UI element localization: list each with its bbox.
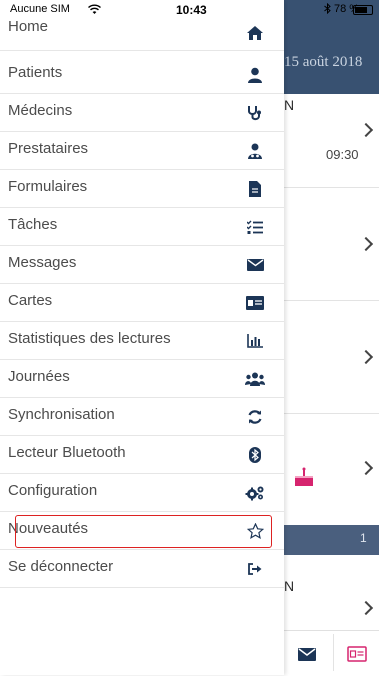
- menu-item-label: Prestataires: [8, 140, 89, 157]
- birthday-cake-icon: [293, 466, 315, 493]
- menu-item-taches[interactable]: Tâches: [0, 208, 284, 246]
- appointment-time: 09:30: [326, 147, 359, 162]
- envelope-icon: [245, 256, 265, 274]
- side-menu: Home Patients Médecins Prestataires Form…: [0, 0, 284, 675]
- menu-item-cartes[interactable]: Cartes: [0, 284, 284, 322]
- users-icon: [245, 370, 265, 388]
- menu-item-label: Journées: [8, 368, 70, 385]
- menu-item-label: Patients: [8, 64, 63, 81]
- menu-item-medecins[interactable]: Médecins: [0, 94, 284, 132]
- id-card-icon[interactable]: [347, 646, 367, 667]
- id-card-icon: [245, 294, 265, 312]
- battery-icon: [353, 5, 373, 15]
- status-bar: Aucune SIM 10:43 78 %: [0, 0, 379, 20]
- cogs-icon: [245, 484, 265, 502]
- header-date: 15 août 2018: [284, 54, 363, 70]
- user-group-icon: [245, 142, 265, 160]
- bluetooth-icon: [245, 446, 265, 464]
- menu-item-synchronisation[interactable]: Synchronisation: [0, 398, 284, 436]
- menu-item-configuration[interactable]: Configuration: [0, 474, 284, 512]
- menu-item-label: Configuration: [8, 482, 98, 499]
- chevron-right-icon[interactable]: [358, 236, 374, 252]
- menu-item-label: Lecteur Bluetooth: [8, 444, 126, 461]
- file-icon: [245, 180, 265, 198]
- wifi-icon: [88, 4, 101, 17]
- section-letter: N: [284, 97, 295, 113]
- chevron-right-icon[interactable]: [358, 460, 374, 476]
- menu-item-label: Messages: [8, 254, 77, 271]
- menu-item-home[interactable]: Home: [0, 18, 284, 51]
- sync-icon: [245, 408, 265, 426]
- chevron-right-icon[interactable]: [358, 349, 374, 365]
- menu-item-label: Synchronisation: [8, 406, 115, 423]
- section-letter: N: [284, 578, 295, 594]
- menu-item-label: Se déconnecter: [8, 558, 114, 575]
- battery-level: [355, 7, 367, 13]
- carrier-label: Aucune SIM: [10, 3, 70, 15]
- menu-item-patients[interactable]: Patients: [0, 56, 284, 94]
- menu-item-label: Tâches: [8, 216, 58, 233]
- divider: [284, 187, 379, 188]
- menu-item-journees[interactable]: Journées: [0, 360, 284, 398]
- divider: [284, 300, 379, 301]
- user-icon: [245, 66, 265, 84]
- chevron-right-icon[interactable]: [358, 122, 374, 138]
- menu-item-lecteur-bluetooth[interactable]: Lecteur Bluetooth: [0, 436, 284, 474]
- menu-item-label: Formulaires: [8, 178, 88, 195]
- divider: [284, 413, 379, 414]
- menu-item-label: Home: [8, 18, 49, 35]
- bar-chart-icon: [245, 332, 265, 350]
- menu-item-se-deconnecter[interactable]: Se déconnecter: [0, 550, 284, 588]
- stethoscope-icon: [245, 104, 265, 122]
- tasks-icon: [245, 218, 265, 236]
- menu-item-messages[interactable]: Messages: [0, 246, 284, 284]
- highlight-frame: [15, 515, 272, 548]
- sign-out-icon: [245, 560, 265, 578]
- chevron-right-icon[interactable]: [358, 600, 374, 616]
- bluetooth-status-icon: [324, 2, 331, 17]
- menu-item-statistiques[interactable]: Statistiques des lectures: [0, 322, 284, 360]
- menu-item-prestataires[interactable]: Prestataires: [0, 132, 284, 170]
- divider: [333, 634, 334, 671]
- menu-item-label: Médecins: [8, 102, 73, 119]
- envelope-icon[interactable]: [298, 648, 316, 666]
- menu-item-formulaires[interactable]: Formulaires: [0, 170, 284, 208]
- status-time: 10:43: [176, 3, 207, 17]
- menu-item-label: Statistiques des lectures: [8, 330, 171, 347]
- home-icon: [245, 24, 265, 42]
- count-badge: 1: [360, 531, 367, 545]
- menu-item-label: Cartes: [8, 292, 53, 309]
